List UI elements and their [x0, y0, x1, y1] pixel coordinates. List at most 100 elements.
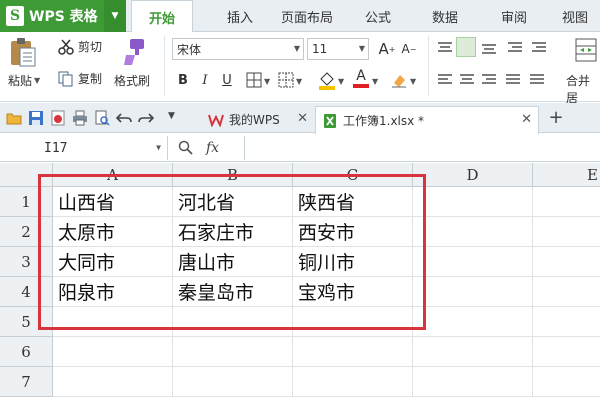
column-header-e[interactable]: E: [533, 163, 600, 187]
app-menu-button[interactable]: S WPS 表格: [0, 0, 104, 32]
format-painter-icon[interactable]: [120, 37, 148, 67]
row-header-5[interactable]: 5: [0, 307, 53, 337]
row-header-7[interactable]: 7: [0, 367, 53, 397]
chevron-down-icon[interactable]: ▼: [296, 77, 302, 86]
clear-format-icon[interactable]: [390, 71, 408, 89]
merge-center-button[interactable]: 合并居: [566, 72, 600, 106]
column-header-b[interactable]: B: [173, 163, 293, 187]
cell-d5[interactable]: [413, 307, 533, 337]
cell-e7[interactable]: [533, 367, 600, 397]
fill-color-icon[interactable]: [318, 70, 336, 90]
name-box[interactable]: I17 ▼: [0, 136, 168, 160]
cell-c3[interactable]: 铜川市: [293, 247, 413, 277]
cell-e6[interactable]: [533, 337, 600, 367]
cell-b6[interactable]: [173, 337, 293, 367]
row-header-2[interactable]: 2: [0, 217, 53, 247]
column-header-a[interactable]: A: [53, 163, 173, 187]
font-size-select[interactable]: 11 ▼: [307, 38, 369, 60]
increase-font-icon[interactable]: A +: [377, 39, 397, 59]
cell-e2[interactable]: [533, 217, 600, 247]
formula-input[interactable]: [244, 136, 600, 160]
redo-icon[interactable]: [138, 110, 154, 126]
app-dropdown-icon[interactable]: ▼: [104, 0, 126, 32]
cell-c1[interactable]: 陕西省: [293, 187, 413, 217]
open-folder-icon[interactable]: [6, 110, 22, 126]
tab-data[interactable]: 数据: [425, 0, 465, 32]
cell-a2[interactable]: 太原市: [53, 217, 173, 247]
cut-button[interactable]: 剪切: [58, 38, 102, 55]
cell-d4[interactable]: [413, 277, 533, 307]
cell-a5[interactable]: [53, 307, 173, 337]
cell-e4[interactable]: [533, 277, 600, 307]
vertical-align-icons[interactable]: [436, 40, 556, 56]
new-tab-plus-icon[interactable]: +: [546, 107, 566, 128]
export-pdf-icon[interactable]: [50, 110, 66, 126]
cell-b3[interactable]: 唐山市: [173, 247, 293, 277]
row-header-6[interactable]: 6: [0, 337, 53, 367]
cell-b2[interactable]: 石家庄市: [173, 217, 293, 247]
cell-style-icon[interactable]: [278, 72, 294, 88]
chevron-down-icon[interactable]: ▼: [338, 77, 344, 86]
italic-button[interactable]: I: [195, 70, 215, 90]
chevron-down-icon[interactable]: ▼: [264, 77, 270, 86]
cell-d3[interactable]: [413, 247, 533, 277]
tab-formulas[interactable]: 公式: [358, 0, 398, 32]
cell-d2[interactable]: [413, 217, 533, 247]
quick-access-dropdown-icon[interactable]: ▼: [168, 111, 175, 121]
chevron-down-icon[interactable]: ▼: [410, 77, 416, 86]
cell-a1[interactable]: 山西省: [53, 187, 173, 217]
cell-c2[interactable]: 西安市: [293, 217, 413, 247]
row-header-3[interactable]: 3: [0, 247, 53, 277]
close-icon[interactable]: ✕: [297, 111, 308, 126]
cell-e5[interactable]: [533, 307, 600, 337]
tab-my-wps[interactable]: 我的WPS ✕: [202, 106, 314, 133]
cell-a4[interactable]: 阳泉市: [53, 277, 173, 307]
cell-c4[interactable]: 宝鸡市: [293, 277, 413, 307]
tab-review[interactable]: 审阅: [494, 0, 534, 32]
cell-d6[interactable]: [413, 337, 533, 367]
cell-c7[interactable]: [293, 367, 413, 397]
column-header-d[interactable]: D: [413, 163, 533, 187]
cell-c5[interactable]: [293, 307, 413, 337]
copy-button[interactable]: 复制: [58, 70, 102, 87]
merge-cells-icon[interactable]: [574, 36, 598, 64]
cell-a6[interactable]: [53, 337, 173, 367]
paste-button[interactable]: 粘贴 ▼: [8, 72, 40, 89]
cell-e1[interactable]: [533, 187, 600, 217]
cell-c6[interactable]: [293, 337, 413, 367]
select-all-corner[interactable]: [0, 163, 53, 187]
tab-home[interactable]: 开始: [131, 0, 193, 33]
cell-a3[interactable]: 大同市: [53, 247, 173, 277]
print-preview-icon[interactable]: [94, 110, 110, 126]
format-painter-button[interactable]: 格式刷: [114, 72, 150, 89]
print-icon[interactable]: [72, 110, 88, 126]
tab-insert[interactable]: 插入: [220, 0, 260, 32]
cell-b5[interactable]: [173, 307, 293, 337]
column-header-c[interactable]: C: [293, 163, 413, 187]
tab-view[interactable]: 视图: [562, 0, 600, 32]
paste-icon[interactable]: [8, 36, 38, 68]
cell-a7[interactable]: [53, 367, 173, 397]
save-icon[interactable]: [28, 110, 44, 126]
cell-d7[interactable]: [413, 367, 533, 397]
decrease-font-icon[interactable]: A −: [399, 39, 419, 59]
undo-icon[interactable]: [116, 110, 132, 126]
align-center-selected[interactable]: [456, 37, 476, 57]
chevron-down-icon[interactable]: ▼: [372, 77, 378, 86]
bold-button[interactable]: B: [173, 70, 193, 90]
cell-b7[interactable]: [173, 367, 293, 397]
font-color-button[interactable]: A: [352, 68, 370, 90]
tab-page-layout[interactable]: 页面布局: [272, 0, 342, 32]
horizontal-align-icons[interactable]: [436, 72, 556, 88]
cell-b1[interactable]: 河北省: [173, 187, 293, 217]
cell-d1[interactable]: [413, 187, 533, 217]
font-name-select[interactable]: 宋体 ▼: [172, 38, 304, 60]
cell-b4[interactable]: 秦皇岛市: [173, 277, 293, 307]
zoom-search-icon[interactable]: [178, 140, 194, 156]
tab-workbook[interactable]: 工作簿1.xlsx * ✕: [315, 106, 539, 134]
underline-button[interactable]: U: [217, 70, 237, 90]
cell-e3[interactable]: [533, 247, 600, 277]
border-icon[interactable]: [246, 72, 262, 88]
close-icon[interactable]: ✕: [521, 112, 532, 127]
row-header-1[interactable]: 1: [0, 187, 53, 217]
